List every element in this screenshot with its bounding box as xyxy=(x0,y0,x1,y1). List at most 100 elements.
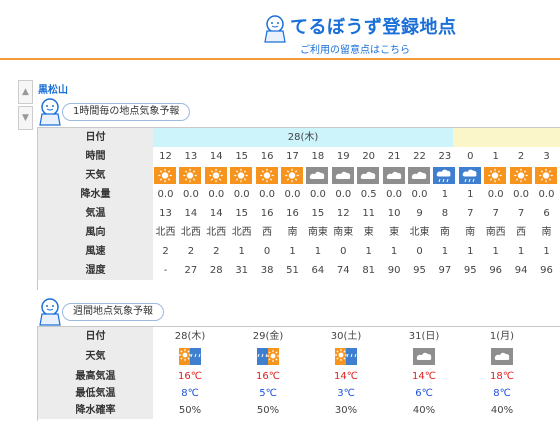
hourly-cell: 17 xyxy=(286,151,299,162)
time-row: 時間 12 13 14 15 16 17 18 19 20 21 22 23 0 1 2 3 xyxy=(38,147,560,167)
row-label: 風速 xyxy=(38,242,153,262)
hourly-cell: 94 xyxy=(514,265,528,276)
hourly-cell: 1 xyxy=(492,151,499,162)
hourly-cell: 12 xyxy=(336,208,350,219)
hourly-cell: 0.0 xyxy=(182,189,199,200)
hourly-cell: 1 xyxy=(365,246,372,257)
temperature-row: 気温 13 14 14 15 16 16 15 12 11 10 9 8 7 7 7 6 xyxy=(38,204,560,224)
weekly-cell: 40% xyxy=(412,405,436,416)
hourly-cell: 0.5 xyxy=(360,189,377,200)
sun-weather-icon xyxy=(484,167,507,184)
weekly-weather-row: 天気 xyxy=(38,346,560,369)
cloud-weather-icon xyxy=(413,348,435,365)
cloud-weather-icon xyxy=(306,167,329,184)
hourly-cell: 51 xyxy=(286,265,299,276)
hourly-cell: 90 xyxy=(387,265,401,276)
hourly-cell: 0.0 xyxy=(386,189,403,200)
location-name: 黒松山 xyxy=(38,85,68,96)
hourly-cell: 1 xyxy=(467,189,474,200)
hourly-cell: 22 xyxy=(413,151,426,162)
teru-bozu-mascot-icon xyxy=(39,298,61,326)
today-date: 28(木) xyxy=(153,128,453,147)
hourly-cell: 14 xyxy=(184,208,198,219)
scroll-down-button[interactable]: ▼ xyxy=(18,106,33,130)
hourly-cell: 1 xyxy=(238,246,245,257)
weekly-cell: 3℃ xyxy=(337,388,355,399)
hourly-cell: 0.0 xyxy=(513,189,530,200)
weekly-cell: 1(月) xyxy=(489,331,515,342)
sun-weather-icon xyxy=(204,167,227,184)
row-label: 最高気温 xyxy=(38,368,153,386)
hourly-section-label: 1時間毎の地点気象予報 xyxy=(62,103,191,121)
hourly-cell: 16 xyxy=(260,208,274,219)
hourly-cell: 97 xyxy=(438,265,452,276)
hourly-cell: 95 xyxy=(413,265,426,276)
hourly-cell: 7 xyxy=(517,208,525,219)
hourly-cell: 74 xyxy=(336,265,350,276)
cloud-weather-icon xyxy=(331,167,354,184)
hourly-cell: 15 xyxy=(235,208,249,219)
hourly-cell: 0.0 xyxy=(208,189,225,200)
row-label: 時間 xyxy=(38,147,153,167)
weekly-date-row: 日付 28(木) 29(金) 30(土) 31(日) 1(月) xyxy=(38,327,560,347)
hourly-cell: 南 xyxy=(439,227,450,238)
hourly-cell: 6 xyxy=(543,208,550,219)
sun-weather-icon xyxy=(179,167,202,184)
hourly-cell: 1 xyxy=(441,246,449,257)
hourly-cell: 14 xyxy=(209,208,223,219)
usage-notes-link[interactable]: ご利用の留意点はこちら xyxy=(300,41,410,56)
hourly-cell: 1 xyxy=(390,246,398,257)
hourly-cell: 北西 xyxy=(231,227,252,238)
hourly-cell: 北東 xyxy=(409,227,430,238)
hourly-cell: 95 xyxy=(463,265,477,276)
hourly-cell: 西 xyxy=(516,227,527,238)
weekly-cell: 6℃ xyxy=(415,388,433,399)
hourly-cell: 15 xyxy=(235,151,249,162)
hourly-cell: 0 xyxy=(263,246,271,257)
hourly-cell: 北西 xyxy=(155,227,176,238)
row-label: 風向 xyxy=(38,223,153,243)
header-divider xyxy=(0,58,560,60)
hourly-cell: 0.0 xyxy=(309,189,326,200)
hourly-cell: 北西 xyxy=(180,227,201,238)
hourly-cell: 96 xyxy=(540,265,553,276)
hourly-cell: 1 xyxy=(517,246,525,257)
hourly-cell: 0.0 xyxy=(233,189,250,200)
humidity-row: 湿度 - 27 28 31 38 51 64 74 81 90 95 97 95 96 94 96 xyxy=(38,261,560,281)
row-label: 湿度 xyxy=(38,261,153,281)
sun-weather-icon xyxy=(255,167,278,184)
hourly-cell: 64 xyxy=(311,265,325,276)
sun-weather-icon xyxy=(230,167,253,184)
hourly-cell: 1 xyxy=(467,246,474,257)
sun-weather-icon xyxy=(154,167,176,184)
precipitation-row: 降水量 0.0 0.0 0.0 0.0 0.0 0.0 0.0 0.0 0.5 0.0 0.0 1 1 0.… xyxy=(38,185,560,205)
weekly-pop-row: 降水確率 50% 50% 30% 40% 40% xyxy=(38,402,560,421)
hourly-cell: 0.0 xyxy=(487,189,504,200)
weekly-cell: 30% xyxy=(334,405,358,416)
weekly-cell: 8℃ xyxy=(493,388,511,399)
hourly-cell: 0.0 xyxy=(335,189,352,200)
sun-weather-icon xyxy=(509,167,532,184)
scroll-up-button[interactable]: ▲ xyxy=(18,80,33,104)
weekly-cell: 16℃ xyxy=(256,371,280,382)
row-label: 降水量 xyxy=(38,185,153,205)
hourly-cell: 18 xyxy=(311,151,325,162)
hourly-cell: 2 xyxy=(213,246,220,257)
hourly-cell: 11 xyxy=(362,208,376,219)
hourly-cell: 10 xyxy=(387,208,401,219)
hourly-cell: 南 xyxy=(287,227,298,238)
hourly-cell: 1 xyxy=(289,246,296,257)
hourly-cell: 21 xyxy=(387,151,401,162)
weekly-cell: 31(日) xyxy=(408,331,440,342)
hourly-cell: 北西 xyxy=(206,227,227,238)
hourly-cell: 東 xyxy=(389,227,400,238)
hourly-cell: 9 xyxy=(416,208,423,219)
rain-weather-icon xyxy=(458,167,481,184)
hourly-cell: 28 xyxy=(209,265,223,276)
hourly-cell: 15 xyxy=(311,208,325,219)
hourly-cell: 20 xyxy=(362,151,376,162)
teru-bozu-mascot-icon xyxy=(39,98,61,126)
hourly-cell: 0.0 xyxy=(411,189,428,200)
weekly-cell: 30(土) xyxy=(330,331,362,342)
hourly-cell: 7 xyxy=(467,208,474,219)
